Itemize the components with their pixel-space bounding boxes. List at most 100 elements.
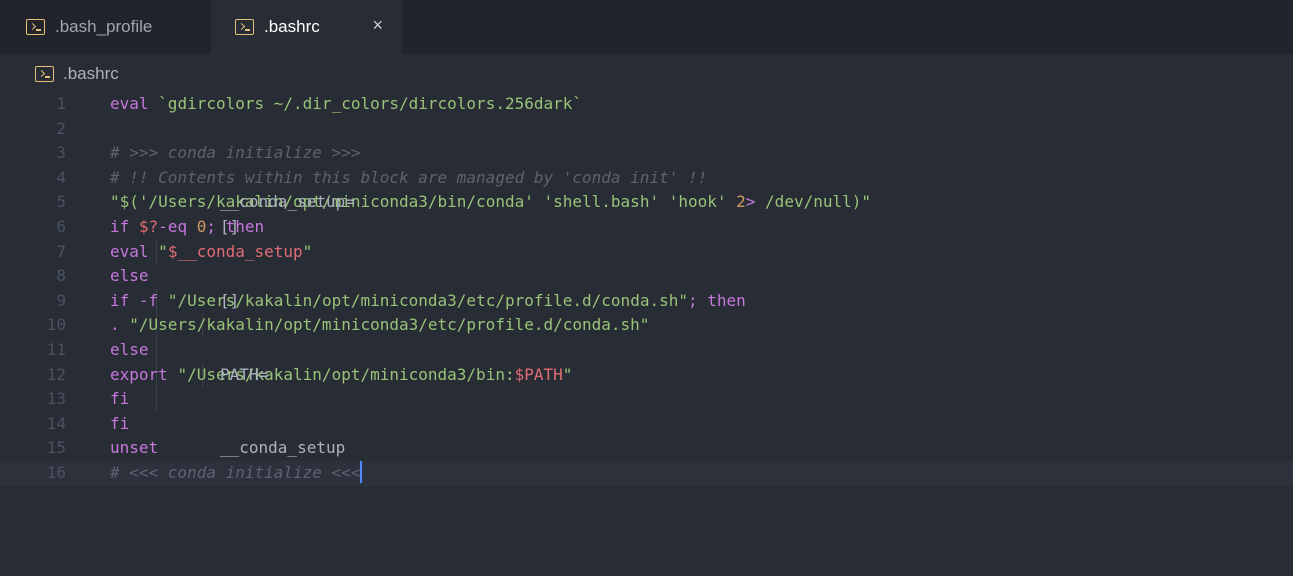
terminal-icon (235, 19, 254, 35)
code-line[interactable]: 10 . "/Users/kakalin/opt/miniconda3/etc/… (0, 313, 1293, 338)
line-number: 2 (56, 118, 66, 138)
code-line[interactable]: 13 fi (0, 387, 1293, 412)
code-token: __conda_setup= (220, 192, 355, 212)
code-token: if (110, 290, 139, 310)
line-number: 4 (56, 167, 66, 187)
code-token: " (562, 364, 573, 384)
code-token: # <<< conda initialize <<< (110, 462, 361, 482)
line-number: 9 (56, 290, 66, 310)
line-number: 6 (56, 216, 66, 236)
code-line[interactable]: 14 fi (0, 412, 1293, 437)
line-number: 8 (56, 266, 66, 286)
code-token: fi (110, 413, 130, 433)
line-number: 16 (46, 462, 66, 482)
code-token: else (110, 266, 149, 286)
code-token: -f (138, 290, 168, 310)
code-token: export (110, 364, 178, 384)
code-line[interactable]: 12 export PATH= "/Users/kakalin/opt/minic… (0, 362, 1293, 388)
code-token: `gdircolors ~/.dir_colors/dircolors.256d… (158, 94, 583, 113)
code-text: export PATH= "/Users/kakalin/opt/minicond… (110, 363, 572, 388)
code-line[interactable]: 2 (0, 117, 1293, 142)
code-line[interactable]: 16 # <<< conda initialize <<< (0, 460, 1293, 486)
text-cursor (360, 460, 363, 483)
indent-guide (156, 387, 158, 412)
code-line[interactable]: 6 if [ $? -eq 0 ]; then (0, 215, 1293, 240)
code-line[interactable]: 7 eval "$__conda_setup" (0, 239, 1293, 265)
line-number: 3 (56, 143, 66, 163)
line-number: 11 (46, 339, 66, 359)
code-token: eval (110, 241, 159, 261)
line-number: 10 (46, 315, 66, 335)
code-line[interactable]: 15 unset __conda_setup (0, 436, 1293, 461)
indent-guide (156, 337, 158, 363)
code-text: fi (110, 412, 129, 437)
code-token: PATH= (220, 364, 269, 384)
code-token: > (745, 192, 766, 212)
line-number: 13 (46, 389, 66, 409)
code-text: else (110, 338, 149, 363)
code-line[interactable]: 11 else (0, 337, 1293, 363)
code-text: # <<< conda initialize <<< (110, 460, 363, 486)
tab-bashrc[interactable]: .bashrc × (211, 0, 402, 54)
code-token: # !! Contents within this block are mana… (110, 167, 708, 187)
code-text: eval `gdircolors ~/.dir_colors/dircolors… (110, 92, 582, 117)
code-text: fi (110, 387, 129, 412)
line-number: 14 (46, 413, 66, 433)
code-text: unset __conda_setup (110, 436, 345, 461)
terminal-icon (35, 66, 54, 82)
code-token: "/Users/kakalin/opt/miniconda3/etc/profi… (129, 315, 650, 335)
tab-label: .bashrc (264, 17, 320, 36)
line-number: 12 (46, 364, 66, 384)
code-token: ] (220, 290, 240, 310)
code-line[interactable]: 8 else (0, 264, 1293, 289)
code-token: -eq (158, 216, 197, 236)
code-text: if [ -f "/Users/kakalin/opt/miniconda3/e… (110, 289, 746, 314)
tab-bash-profile[interactable]: .bash_profile (0, 0, 211, 54)
code-editor[interactable]: 1 eval `gdircolors ~/.dir_colors/dircolor… (0, 92, 1293, 486)
tab-bar: .bash_profile .bashrc × (0, 0, 1293, 54)
code-token: " (302, 241, 313, 261)
code-text: . "/Users/kakalin/opt/miniconda3/etc/pro… (110, 313, 649, 338)
code-line[interactable]: 3 # >>> conda initialize >>> (0, 141, 1293, 166)
code-token: ; then (687, 290, 746, 310)
code-token: unset (110, 438, 168, 458)
code-text: if [ $? -eq 0 ]; then (110, 215, 264, 240)
code-line[interactable]: 9 if [ -f "/Users/kakalin/opt/miniconda3… (0, 288, 1293, 314)
code-token: 2 (736, 192, 746, 212)
code-text: # >>> conda initialize >>> (110, 141, 360, 166)
line-number: 15 (46, 438, 66, 458)
code-text: __conda_setup= "$('/Users/kakalin/opt/min… (110, 190, 871, 215)
line-number: 5 (56, 192, 66, 212)
code-token: " (158, 241, 168, 261)
code-line[interactable]: 5 __conda_setup= "$('/Users/kakalin/opt/mi… (0, 190, 1293, 215)
code-line[interactable]: 4 # !! Contents within this block are man… (0, 166, 1293, 191)
code-token: __conda_setup (220, 438, 346, 458)
code-token: eval (110, 94, 159, 113)
code-text: # !! Contents within this block are mana… (110, 166, 707, 191)
code-token: $PATH (514, 364, 563, 384)
breadcrumb[interactable]: .bashrc (35, 62, 119, 86)
code-token: ] (220, 216, 240, 236)
code-text: else (110, 264, 149, 289)
terminal-icon (26, 19, 45, 35)
code-token: . (110, 315, 130, 335)
code-token: 0 (196, 216, 207, 236)
code-line[interactable]: 1 eval `gdircolors ~/.dir_colors/dircolor… (0, 92, 1293, 117)
code-token: $? (138, 216, 159, 236)
editor-window: .bash_profile .bashrc × .bashrc 1 eval `g… (0, 0, 1293, 576)
line-number: 1 (56, 94, 66, 113)
code-text: eval "$__conda_setup" (110, 240, 312, 265)
code-token: fi (110, 389, 130, 409)
close-icon[interactable]: × (372, 15, 383, 36)
code-token: # >>> conda initialize >>> (110, 143, 361, 163)
code-token: else (110, 339, 149, 359)
breadcrumb-label: .bashrc (63, 64, 119, 83)
tab-label: .bash_profile (55, 17, 153, 36)
code-token: if (110, 216, 139, 236)
code-token: /dev/null)" (765, 192, 872, 212)
code-token: "$( (110, 192, 139, 212)
